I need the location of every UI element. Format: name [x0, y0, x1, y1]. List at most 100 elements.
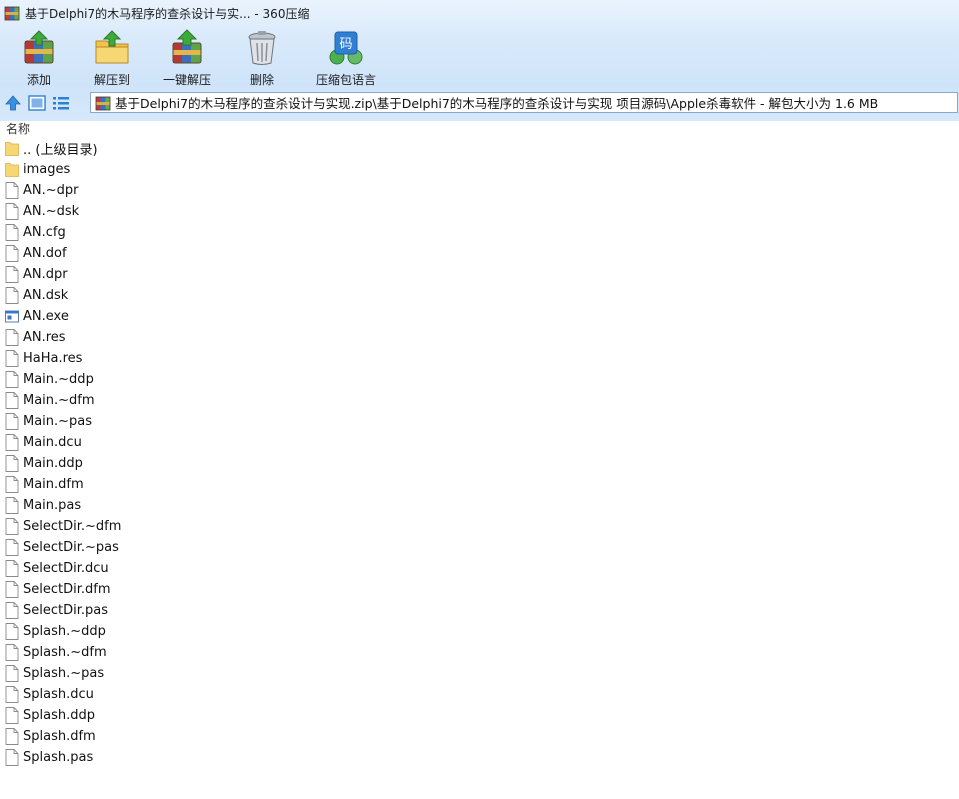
- file-icon: [5, 749, 19, 766]
- file-row[interactable]: AN.~dsk: [0, 201, 959, 222]
- address-row: 基于Delphi7的木马程序的查杀设计与实现.zip\基于Delphi7的木马程…: [0, 91, 959, 115]
- archive-language-button[interactable]: 码 压缩包语言: [301, 27, 391, 89]
- file-row[interactable]: SelectDir.~pas: [0, 537, 959, 558]
- file-name: SelectDir.~dfm: [23, 519, 122, 534]
- file-icon: [5, 686, 19, 703]
- file-row[interactable]: SelectDir.dfm: [0, 579, 959, 600]
- file-name: HaHa.res: [23, 351, 83, 366]
- file-name: Main.~pas: [23, 414, 93, 429]
- folder-row[interactable]: .. (上级目录): [0, 138, 959, 159]
- one-click-extract-button[interactable]: 一键解压: [151, 27, 223, 89]
- add-button[interactable]: 添加: [5, 27, 73, 89]
- archive-icon: [95, 96, 111, 110]
- file-name: AN.~dsk: [23, 204, 80, 219]
- delete-label: 删除: [249, 73, 274, 87]
- file-icon: [5, 203, 19, 220]
- up-arrow-icon: [5, 95, 21, 111]
- file-row[interactable]: SelectDir.pas: [0, 600, 959, 621]
- file-icon: [5, 455, 19, 472]
- file-row[interactable]: AN.~dpr: [0, 180, 959, 201]
- file-row[interactable]: Main.~pas: [0, 411, 959, 432]
- add-label: 添加: [26, 73, 51, 87]
- file-icon: [5, 560, 19, 577]
- list-view-button[interactable]: [50, 93, 72, 113]
- file-icon: [5, 434, 19, 451]
- file-row[interactable]: Splash.dfm: [0, 726, 959, 747]
- file-row[interactable]: AN.cfg: [0, 222, 959, 243]
- file-name: Main.dcu: [23, 435, 82, 450]
- file-icon: [5, 266, 19, 283]
- file-name: Main.~dfm: [23, 393, 95, 408]
- thumbnail-view-icon: [28, 95, 46, 111]
- file-icon: [5, 413, 19, 430]
- file-name: SelectDir.dcu: [23, 561, 109, 576]
- file-icon: [5, 224, 19, 241]
- file-name: Splash.pas: [23, 750, 94, 765]
- file-icon: [5, 581, 19, 598]
- folder-icon: [5, 142, 19, 156]
- file-icon: [5, 707, 19, 724]
- one-click-extract-icon: [172, 29, 202, 64]
- file-row[interactable]: AN.dpr: [0, 264, 959, 285]
- file-icon: [5, 287, 19, 304]
- file-name: Splash.~ddp: [23, 624, 106, 639]
- file-row[interactable]: SelectDir.~dfm: [0, 516, 959, 537]
- extract-to-button[interactable]: 解压到: [76, 27, 148, 89]
- file-row[interactable]: SelectDir.dcu: [0, 558, 959, 579]
- file-icon: [5, 539, 19, 556]
- file-name: AN.exe: [23, 309, 69, 324]
- column-header-name[interactable]: 名称: [0, 121, 959, 138]
- file-row[interactable]: AN.dsk: [0, 285, 959, 306]
- file-row[interactable]: Main.pas: [0, 495, 959, 516]
- file-icon: [5, 518, 19, 535]
- extract-to-label: 解压到: [93, 73, 130, 87]
- file-icon: [5, 665, 19, 682]
- file-name: images: [23, 162, 71, 177]
- file-row[interactable]: Main.dcu: [0, 432, 959, 453]
- file-name: SelectDir.pas: [23, 603, 109, 618]
- file-icon: [5, 182, 19, 199]
- folder-row[interactable]: images: [0, 159, 959, 180]
- file-name: AN.res: [23, 330, 66, 345]
- up-level-button[interactable]: [2, 93, 24, 113]
- file-row[interactable]: Splash.pas: [0, 747, 959, 768]
- file-icon: [5, 476, 19, 493]
- toolbar: 添加 解压到 一键解压 删除 码 压缩包语言: [0, 27, 394, 89]
- file-name: SelectDir.~pas: [23, 540, 119, 555]
- file-row[interactable]: AN.exe: [0, 306, 959, 327]
- file-row[interactable]: Splash.ddp: [0, 705, 959, 726]
- rar-app-icon: [4, 6, 20, 21]
- file-row[interactable]: Main.~dfm: [0, 390, 959, 411]
- file-name: Splash.dcu: [23, 687, 94, 702]
- file-icon: [5, 497, 19, 514]
- thumbnail-view-button[interactable]: [26, 93, 48, 113]
- file-name: Splash.~dfm: [23, 645, 107, 660]
- file-name: AN.dsk: [23, 288, 69, 303]
- file-icon: [5, 644, 19, 661]
- file-icon: [5, 245, 19, 262]
- file-row[interactable]: Main.dfm: [0, 474, 959, 495]
- file-name: AN.dpr: [23, 267, 68, 282]
- file-row[interactable]: Splash.~dfm: [0, 642, 959, 663]
- file-row[interactable]: Splash.~ddp: [0, 621, 959, 642]
- address-path: 基于Delphi7的木马程序的查杀设计与实现.zip\基于Delphi7的木马程…: [115, 96, 879, 111]
- file-icon: [5, 623, 19, 640]
- archive-language-label: 压缩包语言: [315, 73, 376, 87]
- file-row[interactable]: Splash.dcu: [0, 684, 959, 705]
- file-row[interactable]: AN.res: [0, 327, 959, 348]
- file-name: Main.~ddp: [23, 372, 94, 387]
- app-window: 基于Delphi7的木马程序的查杀设计与实... - 360压缩 添加 解压到 …: [0, 0, 959, 799]
- file-row[interactable]: Splash.~pas: [0, 663, 959, 684]
- file-row[interactable]: Main.ddp: [0, 453, 959, 474]
- window-title: 基于Delphi7的木马程序的查杀设计与实... - 360压缩: [25, 6, 310, 21]
- address-bar[interactable]: 基于Delphi7的木马程序的查杀设计与实现.zip\基于Delphi7的木马程…: [90, 92, 958, 113]
- file-name: .. (上级目录): [23, 143, 98, 158]
- file-row[interactable]: AN.dof: [0, 243, 959, 264]
- file-name: SelectDir.dfm: [23, 582, 111, 597]
- file-row[interactable]: HaHa.res: [0, 348, 959, 369]
- file-icon: [5, 371, 19, 388]
- file-row[interactable]: Main.~ddp: [0, 369, 959, 390]
- list-view-icon: [53, 97, 69, 110]
- delete-button[interactable]: 删除: [226, 27, 298, 89]
- archive-language-icon: 码: [329, 31, 363, 65]
